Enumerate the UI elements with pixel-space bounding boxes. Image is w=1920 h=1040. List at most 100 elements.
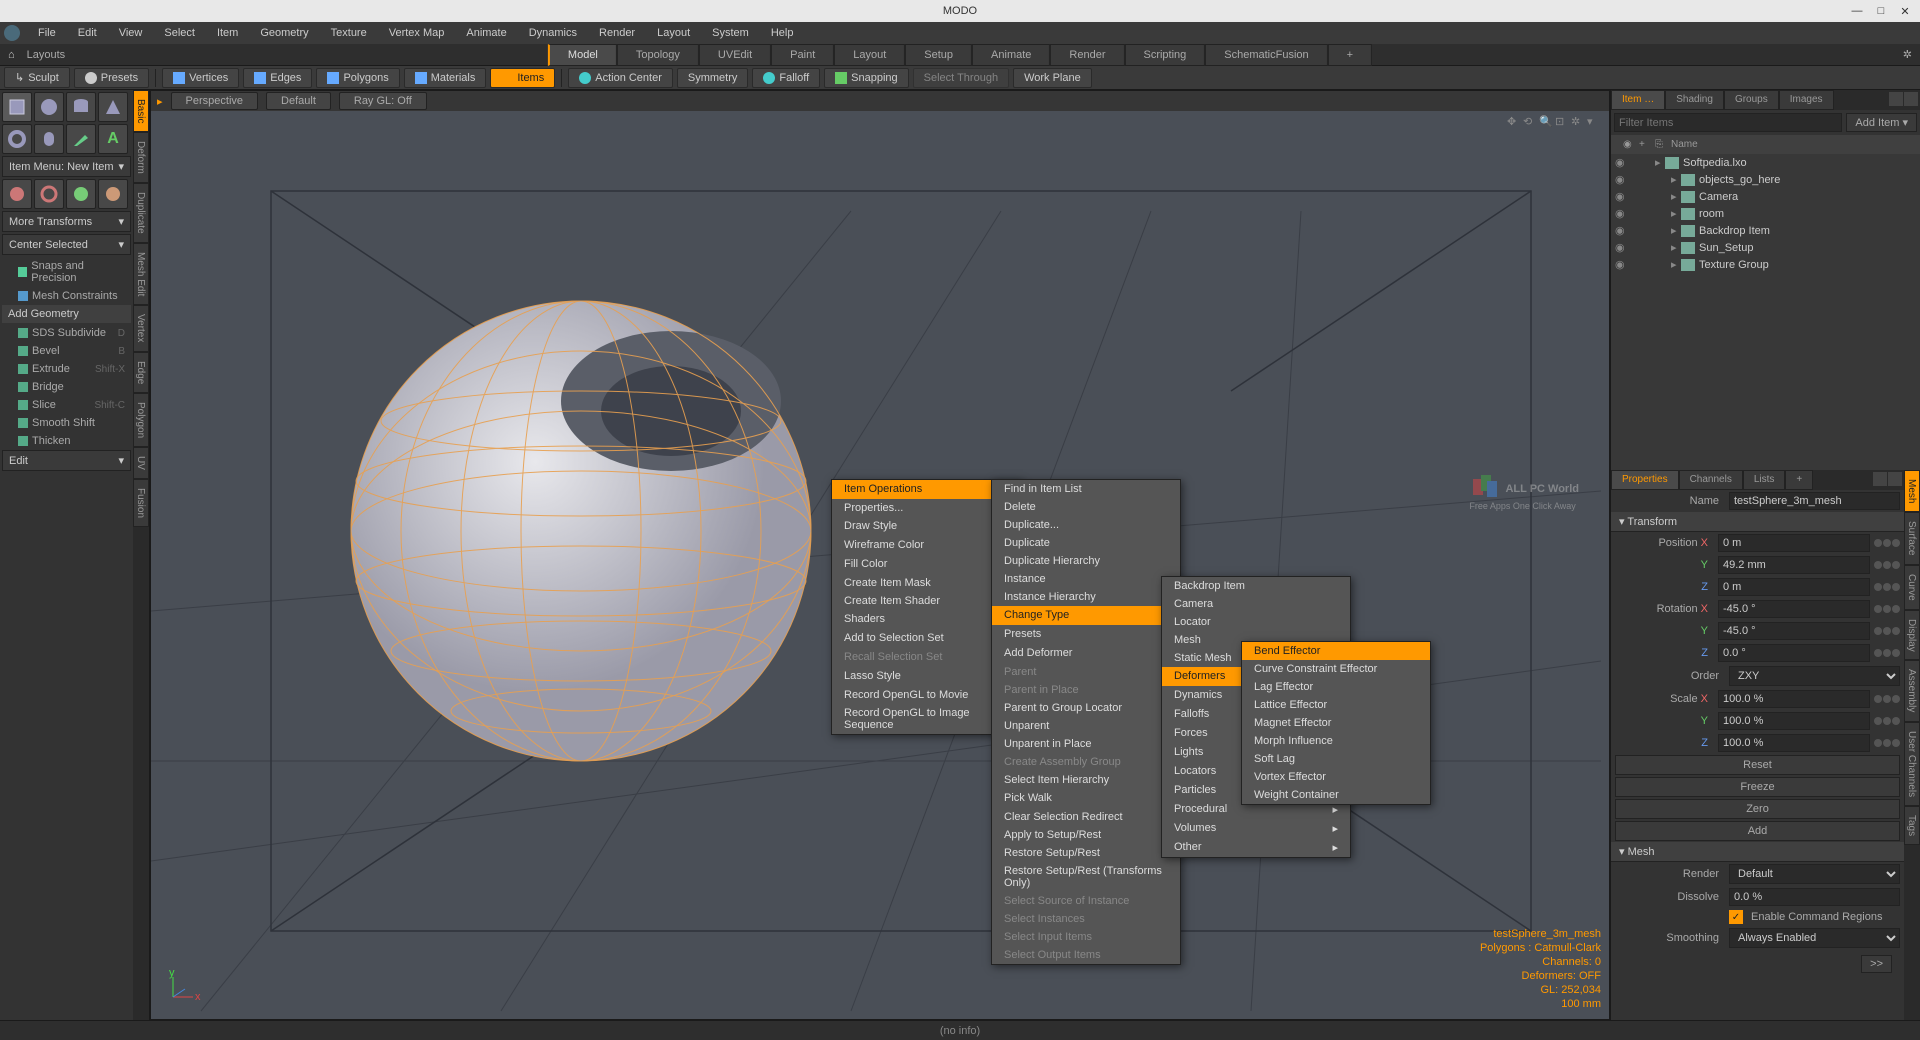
vtab-display[interactable]: Display: [1904, 610, 1920, 661]
menu-edit[interactable]: Edit: [68, 24, 107, 42]
select-through-button[interactable]: Select Through: [913, 68, 1009, 88]
menu-item[interactable]: Apply to Setup/Rest: [992, 826, 1180, 844]
text-tool-icon[interactable]: A: [98, 124, 128, 154]
tree-row[interactable]: ◉▸Softpedia.lxo: [1611, 154, 1920, 171]
more-button[interactable]: >>: [1861, 955, 1892, 973]
col-plus-icon[interactable]: +: [1631, 137, 1647, 152]
menu-item[interactable]: Lag Effector: [1242, 678, 1430, 696]
edit-dropdown[interactable]: Edit▾: [2, 450, 131, 471]
menu-item[interactable]: Presets▸: [992, 625, 1180, 644]
op-slice[interactable]: SliceShift-C: [2, 396, 131, 414]
props-tab-channels[interactable]: Channels: [1679, 470, 1743, 490]
more-transforms-dropdown[interactable]: More Transforms▾: [2, 211, 131, 232]
menu-item[interactable]: Find in Item List: [992, 480, 1180, 498]
lefttab-fusion[interactable]: Fusion: [133, 479, 149, 527]
menu-view[interactable]: View: [109, 24, 153, 42]
falloff-button[interactable]: Falloff: [752, 68, 820, 88]
snapping-button[interactable]: Snapping: [824, 68, 909, 88]
col-name[interactable]: Name: [1663, 137, 1706, 152]
menu-item[interactable]: Vortex Effector: [1242, 768, 1430, 786]
menu-item[interactable]: Select Item Hierarchy: [992, 771, 1180, 789]
presets-button[interactable]: Presets: [74, 68, 149, 88]
mode-edges[interactable]: Edges: [243, 68, 312, 88]
op-bevel[interactable]: BevelB: [2, 342, 131, 360]
mode-materials[interactable]: Materials: [404, 68, 487, 88]
layout-tab-model[interactable]: Model: [548, 44, 617, 66]
menu-item[interactable]: Duplicate: [992, 534, 1180, 552]
position-x-field[interactable]: [1718, 534, 1870, 552]
3d-viewport[interactable]: ▸ Perspective Default Ray GL: Off ✥ ⟲ 🔍 …: [150, 90, 1610, 1020]
position-y-field[interactable]: [1718, 556, 1870, 574]
menu-item[interactable]: Duplicate Hierarchy: [992, 552, 1180, 570]
transform-move-icon[interactable]: [2, 179, 32, 209]
menu-item[interactable]: Curve Constraint Effector: [1242, 660, 1430, 678]
add-button[interactable]: Add: [1615, 821, 1900, 841]
primitive-cylinder-icon[interactable]: [66, 92, 96, 122]
minimize-button[interactable]: —: [1846, 2, 1868, 20]
item-menu-dropdown[interactable]: Item Menu: New Item▾: [2, 156, 131, 177]
layout-tab-paint[interactable]: Paint: [771, 44, 834, 66]
menu-item[interactable]: Other▸: [1162, 838, 1350, 857]
props-pop-icon[interactable]: [1888, 472, 1902, 486]
vp-raygl-button[interactable]: Ray GL: Off: [339, 92, 427, 110]
lefttab-basic[interactable]: Basic: [133, 90, 149, 132]
props-tab-add[interactable]: +: [1785, 470, 1813, 490]
add-item-button[interactable]: Add Item ▾: [1846, 113, 1917, 132]
items-tab-images[interactable]: Images: [1779, 90, 1834, 110]
pen-tool-icon[interactable]: [66, 124, 96, 154]
op-extrude[interactable]: ExtrudeShift-X: [2, 360, 131, 378]
transform-uniform-icon[interactable]: [98, 179, 128, 209]
menu-geometry[interactable]: Geometry: [250, 24, 318, 42]
lefttab-meshedit[interactable]: Mesh Edit: [133, 243, 149, 305]
vtab-mesh[interactable]: Mesh: [1904, 470, 1920, 512]
menu-item[interactable]: Parent to Group Locator: [992, 699, 1180, 717]
menu-item[interactable]: Instance: [992, 570, 1180, 588]
dissolve-field[interactable]: [1729, 888, 1900, 906]
layout-tab-schematic[interactable]: SchematicFusion: [1205, 44, 1327, 66]
menu-help[interactable]: Help: [761, 24, 804, 42]
primitive-cube-icon[interactable]: [2, 92, 32, 122]
lefttab-uv[interactable]: UV: [133, 447, 149, 479]
layout-tab-uvedit[interactable]: UVEdit: [699, 44, 771, 66]
transform-scale-icon[interactable]: [66, 179, 96, 209]
mesh-header[interactable]: ▾ Mesh: [1611, 842, 1904, 862]
menu-item[interactable]: Soft Lag: [1242, 750, 1430, 768]
tree-row[interactable]: ◉▸objects_go_here: [1611, 171, 1920, 188]
vp-perspective-button[interactable]: Perspective: [171, 92, 258, 110]
props-expand-icon[interactable]: [1873, 472, 1887, 486]
items-tab-shading[interactable]: Shading: [1665, 90, 1724, 110]
menu-layout[interactable]: Layout: [647, 24, 700, 42]
layout-tab-topology[interactable]: Topology: [617, 44, 699, 66]
menu-item[interactable]: Backdrop Item: [1162, 577, 1350, 595]
menu-item[interactable]: Weight Container: [1242, 786, 1430, 804]
col-eye-icon[interactable]: ◉: [1615, 137, 1631, 152]
layout-tab-layout[interactable]: Layout: [834, 44, 905, 66]
menu-item[interactable]: Unparent in Place: [992, 735, 1180, 753]
menu-item[interactable]: Restore Setup/Rest: [992, 844, 1180, 862]
op-bridge[interactable]: Bridge: [2, 378, 131, 396]
primitive-sphere-icon[interactable]: [34, 92, 64, 122]
menu-vertexmap[interactable]: Vertex Map: [379, 24, 455, 42]
op-sds-subdivide[interactable]: SDS SubdivideD: [2, 324, 131, 342]
scale-x-field[interactable]: [1718, 690, 1870, 708]
vtab-tags[interactable]: Tags: [1904, 806, 1920, 845]
smoothing-select[interactable]: Always Enabled: [1729, 928, 1900, 948]
transform-rotate-icon[interactable]: [34, 179, 64, 209]
vtab-surface[interactable]: Surface: [1904, 512, 1920, 564]
enable-cmd-checkbox[interactable]: ✓: [1729, 910, 1743, 924]
menu-item[interactable]: Duplicate...: [992, 516, 1180, 534]
layouts-label[interactable]: Layouts: [27, 49, 66, 61]
menu-animate[interactable]: Animate: [456, 24, 516, 42]
action-center-button[interactable]: Action Center: [568, 68, 673, 88]
vp-default-button[interactable]: Default: [266, 92, 331, 110]
menu-texture[interactable]: Texture: [321, 24, 377, 42]
menu-item[interactable]: Unparent: [992, 717, 1180, 735]
lefttab-polygon[interactable]: Polygon: [133, 393, 149, 447]
rotation-y-field[interactable]: [1718, 622, 1870, 640]
rotation-z-field[interactable]: [1718, 644, 1870, 662]
menu-system[interactable]: System: [702, 24, 759, 42]
viewport-axis-widget[interactable]: xy: [163, 967, 203, 1007]
mode-items[interactable]: Items: [490, 68, 555, 88]
primitive-cone-icon[interactable]: [98, 92, 128, 122]
symmetry-button[interactable]: Symmetry: [677, 68, 749, 88]
